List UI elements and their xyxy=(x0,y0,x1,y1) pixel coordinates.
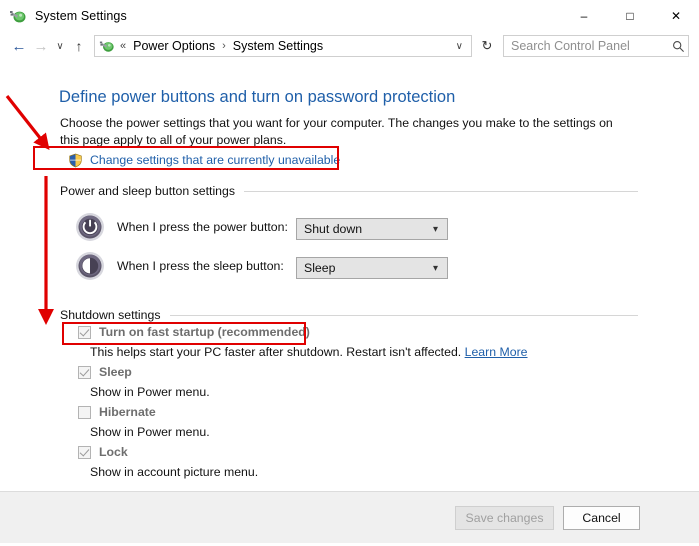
breadcrumb-separator-icon: › xyxy=(222,40,226,52)
cancel-button[interactable]: Cancel xyxy=(563,506,640,530)
search-input[interactable]: Search Control Panel xyxy=(503,35,689,57)
refresh-icon[interactable]: ↻ xyxy=(477,35,497,57)
save-changes-button[interactable]: Save changes xyxy=(455,506,554,530)
chevron-down-icon: ▾ xyxy=(432,223,438,235)
window-controls: – □ ✕ xyxy=(561,0,699,31)
footer-bar: Save changes Cancel xyxy=(0,491,699,543)
back-button[interactable]: ← xyxy=(8,34,30,58)
power-options-icon xyxy=(9,7,27,25)
shutdown-section-header: Shutdown settings xyxy=(60,308,638,322)
title-bar: System Settings – □ ✕ xyxy=(0,0,699,31)
hibernate-checkbox[interactable] xyxy=(78,405,91,419)
sleep-checkbox[interactable] xyxy=(78,365,91,379)
close-button[interactable]: ✕ xyxy=(653,0,699,31)
section-divider xyxy=(244,190,638,192)
fast-startup-checkbox[interactable] xyxy=(78,325,91,339)
shield-icon xyxy=(68,153,83,168)
power-options-icon xyxy=(99,38,115,54)
chevron-down-icon: ▾ xyxy=(432,262,438,274)
fast-startup-description-text: This helps start your PC faster after sh… xyxy=(90,345,462,359)
sleep-button-icon xyxy=(75,251,105,281)
minimize-button[interactable]: – xyxy=(561,0,607,31)
lock-checkbox-row[interactable]: Lock xyxy=(78,445,128,459)
sleep-button-label: When I press the sleep button: xyxy=(117,259,284,273)
sleep-label: Sleep xyxy=(99,365,132,379)
hibernate-label: Hibernate xyxy=(99,405,156,419)
search-placeholder: Search Control Panel xyxy=(511,39,630,53)
fast-startup-description: This helps start your PC faster after sh… xyxy=(90,345,528,359)
sleep-button-select[interactable]: Sleep ▾ xyxy=(296,257,448,279)
section-divider xyxy=(169,314,638,316)
up-button[interactable]: ↑ xyxy=(68,34,90,58)
breadcrumb-item-system-settings[interactable]: System Settings xyxy=(233,39,323,53)
lock-checkbox[interactable] xyxy=(78,445,91,459)
fast-startup-label: Turn on fast startup (recommended) xyxy=(99,325,310,339)
hibernate-description: Show in Power menu. xyxy=(90,425,210,439)
lock-label: Lock xyxy=(99,445,128,459)
recent-locations-button[interactable]: ∨ xyxy=(52,34,68,58)
power-button-label: When I press the power button: xyxy=(117,220,288,234)
maximize-button[interactable]: □ xyxy=(607,0,653,31)
breadcrumb-item-power-options[interactable]: Power Options xyxy=(133,39,215,53)
chevron-down-icon[interactable]: ∨ xyxy=(448,41,471,52)
page-title: Define power buttons and turn on passwor… xyxy=(59,88,456,106)
power-button-select[interactable]: Shut down ▾ xyxy=(296,218,448,240)
sleep-button-row: When I press the sleep button: xyxy=(75,251,284,281)
address-bar: ← → ∨ ↑ « Power Options › System Setting… xyxy=(0,31,699,61)
change-settings-link-text: Change settings that are currently unava… xyxy=(90,153,341,167)
breadcrumb[interactable]: « Power Options › System Settings ∨ xyxy=(94,35,472,57)
power-section-header-text: Power and sleep button settings xyxy=(60,184,236,198)
sleep-description: Show in Power menu. xyxy=(90,385,210,399)
window-title: System Settings xyxy=(35,8,127,23)
forward-button: → xyxy=(33,37,49,55)
hibernate-checkbox-row[interactable]: Hibernate xyxy=(78,405,156,419)
page-description: Choose the power settings that you want … xyxy=(60,116,613,147)
fast-startup-checkbox-row[interactable]: Turn on fast startup (recommended) xyxy=(78,325,310,339)
power-button-select-value: Shut down xyxy=(304,222,363,236)
content-pane: Define power buttons and turn on passwor… xyxy=(0,66,699,492)
power-section-header: Power and sleep button settings xyxy=(60,184,638,198)
change-settings-link[interactable]: Change settings that are currently unava… xyxy=(68,152,340,168)
lock-description: Show in account picture menu. xyxy=(90,465,259,479)
power-button-icon xyxy=(75,212,105,242)
sleep-button-select-value: Sleep xyxy=(304,261,336,275)
learn-more-link[interactable]: Learn More xyxy=(465,345,528,359)
search-icon xyxy=(668,40,688,53)
shutdown-section-header-text: Shutdown settings xyxy=(60,308,161,322)
sleep-checkbox-row[interactable]: Sleep xyxy=(78,365,132,379)
power-button-row: When I press the power button: xyxy=(75,212,288,242)
breadcrumb-overflow-icon[interactable]: « xyxy=(120,40,126,52)
